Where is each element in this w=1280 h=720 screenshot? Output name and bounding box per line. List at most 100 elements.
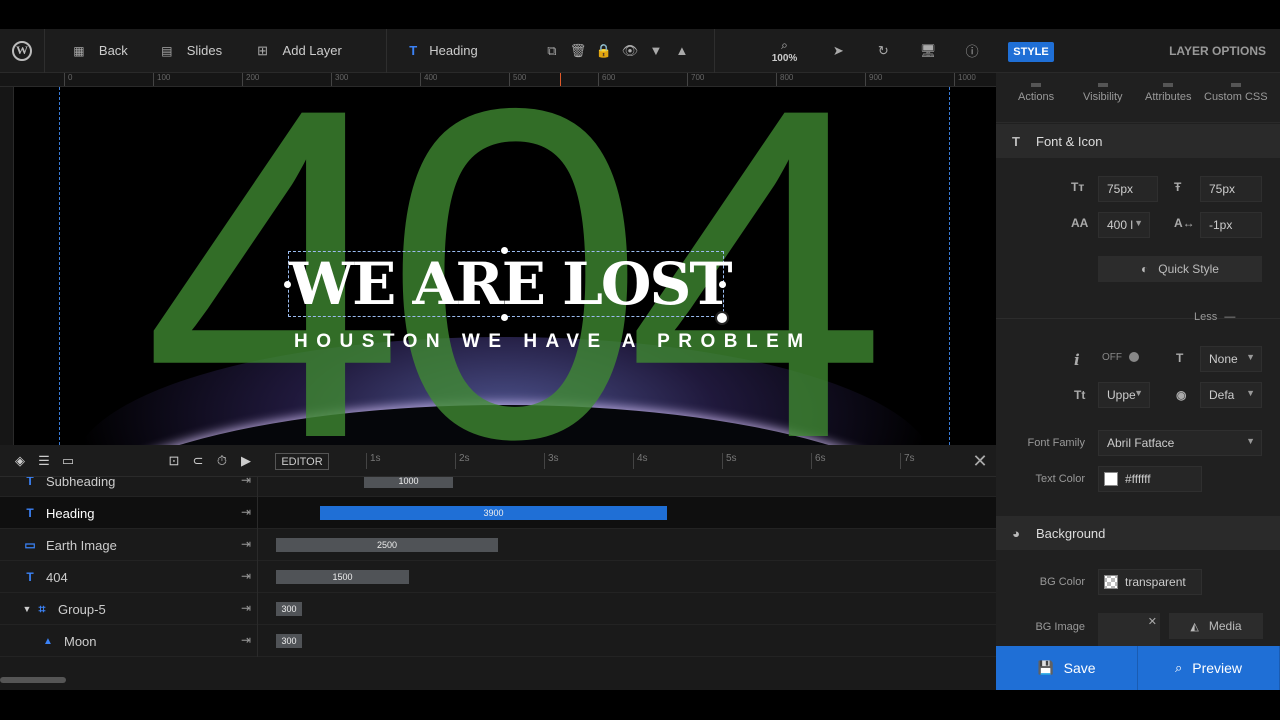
chevron-down-icon: ▼ [1134, 388, 1143, 398]
chevron-down-icon: ▼ [1246, 436, 1255, 446]
slides-button[interactable]: ▤ Slides [145, 29, 241, 73]
expand-arrow-icon[interactable]: ⇥ [241, 477, 251, 487]
horizontal-scrollbar[interactable] [0, 677, 66, 683]
row-label[interactable]: ▭ Earth Image ⇥ [0, 529, 258, 561]
list-icon[interactable]: ☰ [32, 445, 56, 477]
expand-arrow-icon[interactable]: ⇥ [241, 633, 251, 647]
selection-handle[interactable] [719, 281, 726, 288]
row-label[interactable]: T Subheading ⇥ [0, 477, 258, 497]
collapse-caret-icon[interactable]: ▼ [22, 604, 32, 614]
timeline-row-moon[interactable]: ▲ Moon ⇥ 300 [0, 625, 996, 657]
timeline-tools: ◈ ☰ ▭ ⊡ ⊂ ⏱ ▶ [0, 445, 258, 477]
expand-arrow-icon[interactable]: ⇥ [241, 569, 251, 583]
preview-button[interactable]: ⌕ Preview [1138, 646, 1280, 690]
duration-bar[interactable]: 1500 [276, 570, 409, 584]
chevron-down-icon: ▼ [1134, 218, 1143, 228]
ruler-tick: 800 [776, 73, 793, 86]
timeline-row-earth-image[interactable]: ▭ Earth Image ⇥ 2500 [0, 529, 996, 561]
duration-bar[interactable]: 2500 [276, 538, 498, 552]
bg-color-swatch[interactable] [1104, 575, 1118, 589]
timeline-row-heading[interactable]: T Heading ⇥ 3900 [0, 497, 996, 529]
folder-icon[interactable]: ▭ [56, 445, 80, 477]
time-marker: 2s [455, 453, 470, 469]
duration-bar[interactable]: 3900 [320, 506, 667, 520]
lock-icon[interactable]: 🔒 [591, 29, 617, 73]
trash-icon[interactable]: 🗑 [565, 29, 591, 73]
duplicate-icon[interactable]: ⧉ [539, 29, 565, 73]
slide-canvas[interactable]: 404 WE ARE LOST HOUSTON WE HAVE A PROBLE… [14, 87, 996, 445]
row-label[interactable]: ▲ Moon ⇥ [0, 625, 258, 657]
subtab-attributes[interactable]: Attributes [1145, 83, 1191, 103]
cursor-select[interactable]: Defa ▼ [1200, 382, 1262, 408]
row-label[interactable]: T Heading ⇥ [0, 497, 258, 529]
expand-arrow-icon[interactable]: ⇥ [241, 537, 251, 551]
search-icon: ⌕ [1174, 660, 1183, 675]
expand-arrow-icon[interactable]: ⇥ [241, 505, 251, 519]
duration-bar[interactable]: 1000 [364, 477, 453, 488]
background-section-header[interactable]: ◕ Background [996, 516, 1280, 550]
selection-handle[interactable] [284, 281, 291, 288]
help-icon[interactable]: ⓘ [948, 29, 996, 73]
heading-layer-selection[interactable]: WE ARE LOST [288, 251, 733, 317]
undo-icon[interactable]: ↻ [858, 29, 908, 73]
expand-arrow-icon[interactable]: ⇥ [241, 601, 251, 615]
bg-image-preview[interactable]: ✕ [1098, 613, 1160, 647]
cursor-icon[interactable]: ➤ [818, 29, 858, 73]
media-button[interactable]: ◭ Media [1169, 613, 1263, 639]
bottom-actions: 💾 Save ⌕ Preview [996, 646, 1280, 690]
selected-layer-dropdown[interactable]: T Heading [387, 29, 539, 73]
editor-timeline-label[interactable]: EDITOR [275, 453, 329, 470]
ruler-tick: 600 [598, 73, 615, 86]
play-icon[interactable]: ▶ [234, 445, 258, 477]
line-height-input[interactable]: 75px [1200, 176, 1262, 202]
timeline-row-subheading[interactable]: T Subheading ⇥ 1000 [0, 477, 996, 497]
text-decoration-select[interactable]: None ▼ [1200, 346, 1262, 372]
resize-handle-icon[interactable] [715, 311, 729, 325]
timeline-row-group-5[interactable]: ▼ ⌗ Group-5 ⇥ 300 [0, 593, 996, 625]
less-toggle[interactable]: Less — [1194, 311, 1235, 323]
font-family-select[interactable]: Abril Fatface ▼ [1098, 430, 1262, 456]
duration-bar[interactable]: 300 [276, 634, 302, 648]
layer-options-tab[interactable]: LAYER OPTIONS [1169, 44, 1266, 58]
duration-bar[interactable]: 300 [276, 602, 302, 616]
timeline-row-404[interactable]: T 404 ⇥ 1500 [0, 561, 996, 593]
add-layer-label: Add Layer [282, 43, 342, 58]
remove-image-icon[interactable]: ✕ [1148, 615, 1157, 628]
style-tab[interactable]: STYLE [1008, 42, 1054, 62]
desktop-icon[interactable]: 🖥 [908, 29, 948, 73]
image-icon: ▭ [24, 538, 36, 552]
font-icon-section-header[interactable]: T Font & Icon [996, 124, 1280, 158]
text-transform-select[interactable]: Uppe ▼ [1098, 382, 1150, 408]
wordpress-logo-button[interactable]: W [0, 29, 44, 73]
close-timeline-icon[interactable]: ✕ [970, 451, 990, 471]
zoom-control[interactable]: ⌕ 100% [755, 29, 815, 73]
selection-handle[interactable] [501, 314, 508, 321]
magnet-icon[interactable]: ⊂ [186, 445, 210, 477]
letter-spacing-input[interactable]: -1px [1200, 212, 1262, 238]
subheading-layer-text[interactable]: HOUSTON WE HAVE A PROBLEM [294, 331, 803, 353]
select-all-icon[interactable]: ⊡ [162, 445, 186, 477]
eye-icon[interactable]: 👁 [617, 29, 643, 73]
preview-label: Preview [1192, 660, 1243, 676]
stopwatch-icon[interactable]: ⏱ [210, 445, 234, 477]
toggle-knob [1128, 352, 1139, 363]
heading-layer-text[interactable]: WE ARE LOST [289, 254, 733, 314]
chevron-up-icon[interactable]: ▲ [669, 29, 695, 73]
italic-toggle[interactable]: OFF [1102, 352, 1139, 363]
chevron-down-icon[interactable]: ▼ [643, 29, 669, 73]
quick-style-button[interactable]: ◐ Quick Style [1098, 256, 1262, 282]
font-weight-select[interactable]: 400 l ▼ [1098, 212, 1150, 238]
subtab-visibility[interactable]: Visibility [1083, 83, 1123, 103]
selection-handle[interactable] [501, 247, 508, 254]
font-size-icon: Tт [1071, 180, 1085, 194]
subtab-custom-css[interactable]: Custom CSS [1204, 83, 1268, 103]
add-layer-button[interactable]: ⊞ Add Layer [241, 29, 387, 73]
row-label[interactable]: T 404 ⇥ [0, 561, 258, 593]
row-label[interactable]: ▼ ⌗ Group-5 ⇥ [0, 593, 258, 625]
font-size-input[interactable]: 75px [1098, 176, 1158, 202]
layers-icon[interactable]: ◈ [8, 445, 32, 477]
save-button[interactable]: 💾 Save [996, 646, 1138, 690]
subtab-actions[interactable]: Actions [1018, 83, 1054, 103]
text-color-swatch[interactable] [1104, 472, 1118, 486]
back-button[interactable]: ▦ Back [45, 29, 145, 73]
